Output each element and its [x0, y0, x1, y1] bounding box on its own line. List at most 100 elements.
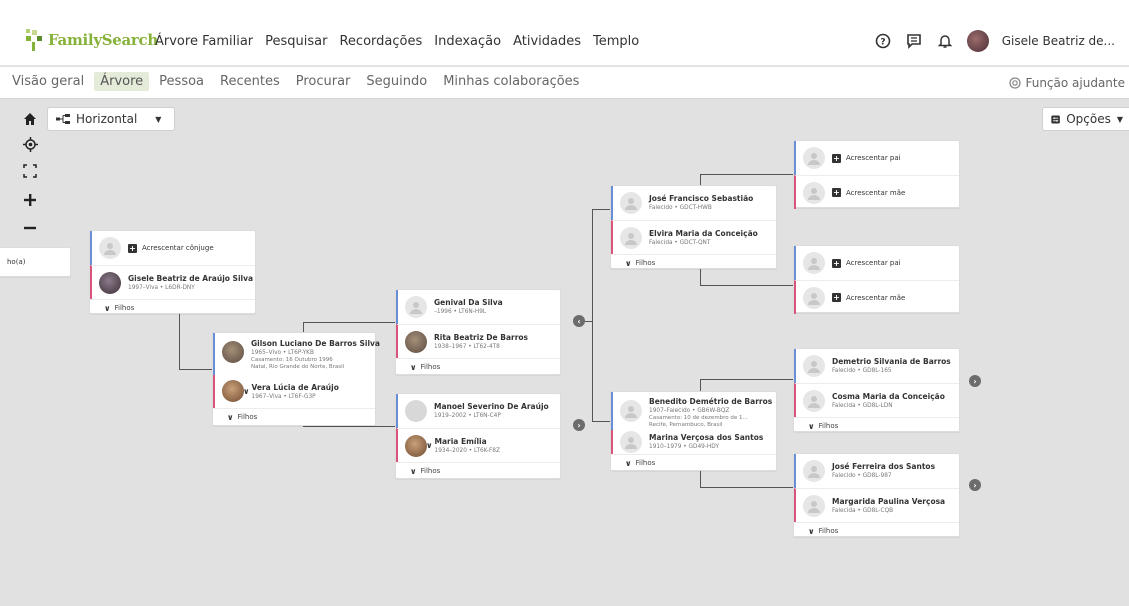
home-icon[interactable] — [21, 110, 39, 128]
add-spouse-label[interactable]: Acrescentar cônjuge — [142, 244, 214, 252]
person-slot-marina[interactable]: Marina Verçosa dos Santos 1910–1979 • GD… — [611, 430, 776, 454]
person-name[interactable]: Gilson Luciano De Barros Silva — [251, 339, 380, 349]
children-toggle[interactable]: ∨ Filhos — [90, 299, 255, 316]
person-slot-benedito[interactable]: Benedito Demétrio de Barros 1907–Falecid… — [611, 392, 776, 430]
expand-arrow-icon[interactable]: › — [969, 479, 981, 491]
person-info: 1997–Viva • L6DR-DNY — [128, 284, 195, 291]
couple-card-benedito-marina[interactable]: Benedito Demétrio de Barros 1907–Falecid… — [610, 391, 777, 471]
tab-seguindo[interactable]: Seguindo — [360, 72, 433, 91]
children-toggle[interactable]: ∨ Filhos — [213, 408, 375, 425]
collapse-arrow-icon[interactable]: ‹ — [573, 315, 585, 327]
person-slot-gisele[interactable]: Gisele Beatriz de Araújo Silva 1997–Viva… — [90, 265, 255, 299]
person-slot-genival[interactable]: Genival Da Silva –1996 • LT6N-H9L — [396, 290, 560, 324]
svg-text:?: ? — [880, 38, 885, 48]
person-photo — [405, 400, 427, 422]
person-slot-jose-francisco[interactable]: José Francisco Sebastião Falecido • GDCT… — [611, 186, 776, 220]
children-toggle[interactable]: ∨ Filhos — [396, 358, 560, 375]
nav-item-recordacoes[interactable]: Recordações — [339, 34, 422, 49]
person-name[interactable]: José Francisco Sebastião — [649, 194, 753, 204]
add-mother-slot[interactable]: + Acrescentar mãe — [794, 175, 959, 209]
user-avatar[interactable] — [966, 30, 989, 52]
zoom-in-icon[interactable] — [21, 191, 39, 209]
person-slot-cosma[interactable]: Cosma Maria da Conceição Falecida • GD8L… — [794, 383, 959, 417]
spouse-slot[interactable]: + Acrescentar cônjuge — [90, 231, 255, 265]
helper-function-link[interactable]: Função ajudante — [1009, 76, 1125, 90]
user-name[interactable]: Gisele Beatriz de... — [1002, 34, 1115, 48]
expand-arrow-icon[interactable]: › — [969, 375, 981, 387]
person-info: Falecido • GDCT-HWB — [649, 205, 712, 211]
child-card-partial[interactable]: ho(a) — [0, 247, 71, 277]
nav-item-atividades[interactable]: Atividades — [513, 34, 581, 49]
tree-canvas[interactable]: Horizontal ▼ Opções ▼ ho(a) + Acrescentar… — [0, 99, 1129, 606]
tab-visao-geral[interactable]: Visão geral — [6, 72, 90, 91]
person-slot-gilson[interactable]: Gilson Luciano De Barros Silva 1965–Vivo… — [213, 333, 380, 375]
familysearch-logo[interactable]: FamilySearch — [24, 20, 158, 60]
view-mode-dropdown[interactable]: Horizontal ▼ — [47, 107, 175, 131]
children-toggle[interactable]: ∨ Filhos — [794, 522, 959, 539]
person-slot-maria[interactable]: ∨ Maria Emília 1934–2020 • LT6K-F8Z — [396, 428, 560, 462]
couple-card-jose-margarida[interactable]: José Ferreira dos Santos Falecido • GD8L… — [793, 453, 960, 537]
person-name[interactable]: Marina Verçosa dos Santos — [649, 433, 763, 443]
tab-arvore[interactable]: Árvore — [94, 72, 150, 91]
person-slot-elvira[interactable]: Elvira Maria da Conceição Falecida • GDC… — [611, 220, 776, 254]
person-name[interactable]: Demetrio Silvania de Barros — [832, 357, 951, 367]
messages-icon[interactable] — [905, 32, 923, 50]
couple-card-gilson-vera[interactable]: Gilson Luciano De Barros Silva 1965–Vivo… — [212, 332, 380, 426]
person-slot-demetrio[interactable]: Demetrio Silvania de Barros Falecido • G… — [794, 349, 959, 383]
nav-item-arvore-familiar[interactable]: Árvore Familiar — [155, 34, 253, 49]
person-name[interactable]: José Ferreira dos Santos — [832, 462, 935, 472]
person-info: –1996 • LT6N-H9L — [434, 309, 487, 315]
add-parents-card-jose[interactable]: + Acrescentar pai + Acrescentar mãe — [793, 140, 960, 209]
person-name[interactable]: Rita Beatriz De Barros — [434, 333, 528, 343]
person-placeholder-icon — [803, 287, 825, 309]
options-dropdown[interactable]: Opções ▼ — [1042, 107, 1129, 131]
person-name[interactable]: Gisele Beatriz de Araújo Silva — [128, 274, 253, 284]
add-mother-label[interactable]: Acrescentar mãe — [846, 189, 905, 197]
expand-arrow-icon[interactable]: › — [573, 419, 585, 431]
children-toggle[interactable]: ∨ Filhos — [794, 417, 959, 434]
nav-item-indexacao[interactable]: Indexação — [434, 34, 501, 49]
person-name[interactable]: Genival Da Silva — [434, 298, 503, 308]
person-name[interactable]: Benedito Demétrio de Barros — [649, 397, 772, 407]
fullscreen-icon[interactable] — [21, 162, 39, 180]
person-slot-margarida[interactable]: Margarida Paulina Verçosa Falecida • GD8… — [794, 488, 959, 522]
tab-procurar[interactable]: Procurar — [290, 72, 357, 91]
notifications-bell-icon[interactable] — [936, 32, 954, 50]
add-father-slot[interactable]: + Acrescentar pai — [794, 246, 959, 280]
zoom-out-icon[interactable] — [21, 219, 39, 237]
add-mother-slot[interactable]: + Acrescentar mãe — [794, 280, 959, 314]
nav-item-pesquisar[interactable]: Pesquisar — [265, 34, 327, 49]
tab-recentes[interactable]: Recentes — [214, 72, 286, 91]
children-toggle[interactable]: ∨ Filhos — [611, 454, 776, 471]
locate-icon[interactable] — [21, 135, 39, 153]
person-card-gisele[interactable]: + Acrescentar cônjuge Gisele Beatriz de A… — [89, 230, 256, 314]
chevron-down-icon: ∨ — [808, 526, 815, 536]
nav-item-templo[interactable]: Templo — [593, 34, 639, 49]
add-father-label[interactable]: Acrescentar pai — [846, 154, 901, 162]
person-name[interactable]: Margarida Paulina Verçosa — [832, 497, 945, 507]
person-name[interactable]: Vera Lúcia de Araújo — [252, 383, 339, 393]
connector-line — [700, 174, 793, 175]
children-label: Filhos — [635, 259, 656, 267]
couple-card-manoel-maria[interactable]: Manoel Severino De Araújo 1919–2002 • LT… — [395, 393, 561, 479]
couple-card-jose-elvira[interactable]: José Francisco Sebastião Falecido • GDCT… — [610, 185, 777, 269]
person-name[interactable]: Maria Emília — [435, 437, 500, 447]
person-name[interactable]: Cosma Maria da Conceição — [832, 392, 945, 402]
person-name[interactable]: Manoel Severino De Araújo — [434, 402, 549, 412]
person-slot-rita[interactable]: Rita Beatriz De Barros 1938–1967 • LT62-… — [396, 324, 560, 358]
person-name[interactable]: Elvira Maria da Conceição — [649, 229, 758, 239]
tab-minhas-colaboracoes[interactable]: Minhas colaborações — [437, 72, 585, 91]
tab-pessoa[interactable]: Pessoa — [153, 72, 210, 91]
person-slot-manoel[interactable]: Manoel Severino De Araújo 1919–2002 • LT… — [396, 394, 560, 428]
add-father-slot[interactable]: + Acrescentar pai — [794, 141, 959, 175]
person-slot-jose-ferreira[interactable]: José Ferreira dos Santos Falecido • GD8L… — [794, 454, 959, 488]
children-toggle[interactable]: ∨ Filhos — [611, 254, 776, 271]
add-parents-card-elvira[interactable]: + Acrescentar pai + Acrescentar mãe — [793, 245, 960, 314]
couple-card-genival-rita[interactable]: Genival Da Silva –1996 • LT6N-H9L Rita B… — [395, 289, 561, 375]
help-icon[interactable]: ? — [874, 32, 892, 50]
children-toggle[interactable]: ∨ Filhos — [396, 462, 560, 479]
person-slot-vera[interactable]: ∨ Vera Lúcia de Araújo 1967–Viva • LT6F-… — [213, 375, 375, 408]
couple-card-demetrio-cosma[interactable]: Demetrio Silvania de Barros Falecido • G… — [793, 348, 960, 432]
add-father-label[interactable]: Acrescentar pai — [846, 259, 901, 267]
add-mother-label[interactable]: Acrescentar mãe — [846, 294, 905, 302]
